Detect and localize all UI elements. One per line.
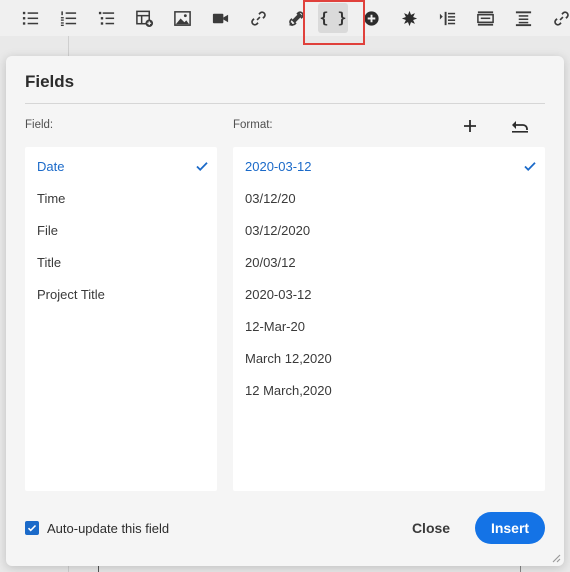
background-divider-bottom <box>68 566 69 572</box>
format-item[interactable]: 03/12/20 <box>233 182 545 214</box>
star-burst-icon[interactable] <box>394 3 424 33</box>
format-list: 2020-03-12 03/12/20 03/12/2020 20/03/12 … <box>233 147 545 491</box>
numbered-list-icon[interactable] <box>53 3 83 33</box>
format-item-label: 2020-03-12 <box>245 286 312 302</box>
field-item-label: Time <box>37 190 66 206</box>
format-item-label: 03/12/2020 <box>245 222 311 238</box>
auto-update-checkbox[interactable] <box>25 521 39 535</box>
format-item[interactable]: 12 March,2020 <box>233 374 545 406</box>
format-item[interactable]: 2020-03-12 <box>233 150 545 182</box>
chain-icon[interactable] <box>546 3 570 33</box>
auto-update-label[interactable]: Auto-update this field <box>47 521 169 536</box>
field-item-date[interactable]: Date <box>25 150 217 182</box>
field-item-label: File <box>37 222 58 238</box>
checkmark-icon <box>524 162 536 171</box>
dialog-title: Fields <box>25 72 75 91</box>
indent-icon[interactable] <box>432 3 462 33</box>
field-item-project-title[interactable]: Project Title <box>25 278 217 310</box>
format-item-label: March 12,2020 <box>245 350 332 366</box>
reset-format-icon[interactable] <box>509 116 531 136</box>
align-icon[interactable] <box>508 3 538 33</box>
format-item[interactable]: 2020-03-12 <box>233 278 545 310</box>
insert-field-glyph: { } <box>319 9 347 27</box>
field-item-file[interactable]: File <box>25 214 217 246</box>
field-item-time[interactable]: Time <box>25 182 217 214</box>
insert-image-icon[interactable] <box>167 3 197 33</box>
insert-link-icon[interactable] <box>243 3 273 33</box>
format-item[interactable]: March 12,2020 <box>233 342 545 374</box>
add-circle-icon[interactable] <box>356 3 386 33</box>
field-list: Date Time File Title Project Title <box>25 147 217 491</box>
field-item-label: Project Title <box>37 286 105 302</box>
editor-toolbar: { } <box>0 0 570 36</box>
insert-table-icon[interactable] <box>129 3 159 33</box>
checklist-icon[interactable] <box>91 3 121 33</box>
format-item-label: 12-Mar-20 <box>245 318 305 334</box>
title-divider <box>25 103 545 104</box>
field-item-label: Title <box>37 254 62 270</box>
bullet-list-icon[interactable] <box>15 3 45 33</box>
insert-button[interactable]: Insert <box>475 512 545 544</box>
insert-field-icon[interactable]: { } <box>318 3 348 33</box>
format-column-label: Format: <box>233 119 273 131</box>
format-item-label: 2020-03-12 <box>245 158 312 174</box>
insert-video-icon[interactable] <box>205 3 235 33</box>
format-item-label: 12 March,2020 <box>245 382 332 398</box>
format-item-label: 20/03/12 <box>245 254 296 270</box>
layout-icon[interactable] <box>470 3 500 33</box>
field-column-label: Field: <box>25 119 54 131</box>
checkmark-icon <box>196 162 208 171</box>
background-divider <box>68 36 69 56</box>
background-text-cursor <box>98 566 99 572</box>
fields-dialog: Fields Field: Format: Date Time File Tit… <box>6 56 564 566</box>
format-item[interactable]: 12-Mar-20 <box>233 310 545 342</box>
field-item-title[interactable]: Title <box>25 246 217 278</box>
resize-grip-icon[interactable] <box>549 551 561 563</box>
add-format-icon[interactable] <box>459 116 481 136</box>
background-edge <box>520 566 521 572</box>
unlink-icon[interactable] <box>281 3 311 33</box>
format-item-label: 03/12/20 <box>245 190 296 206</box>
format-item[interactable]: 03/12/2020 <box>233 214 545 246</box>
format-item[interactable]: 20/03/12 <box>233 246 545 278</box>
checkbox-check-icon <box>27 524 37 532</box>
field-item-label: Date <box>37 158 65 174</box>
close-button[interactable]: Close <box>402 512 460 544</box>
